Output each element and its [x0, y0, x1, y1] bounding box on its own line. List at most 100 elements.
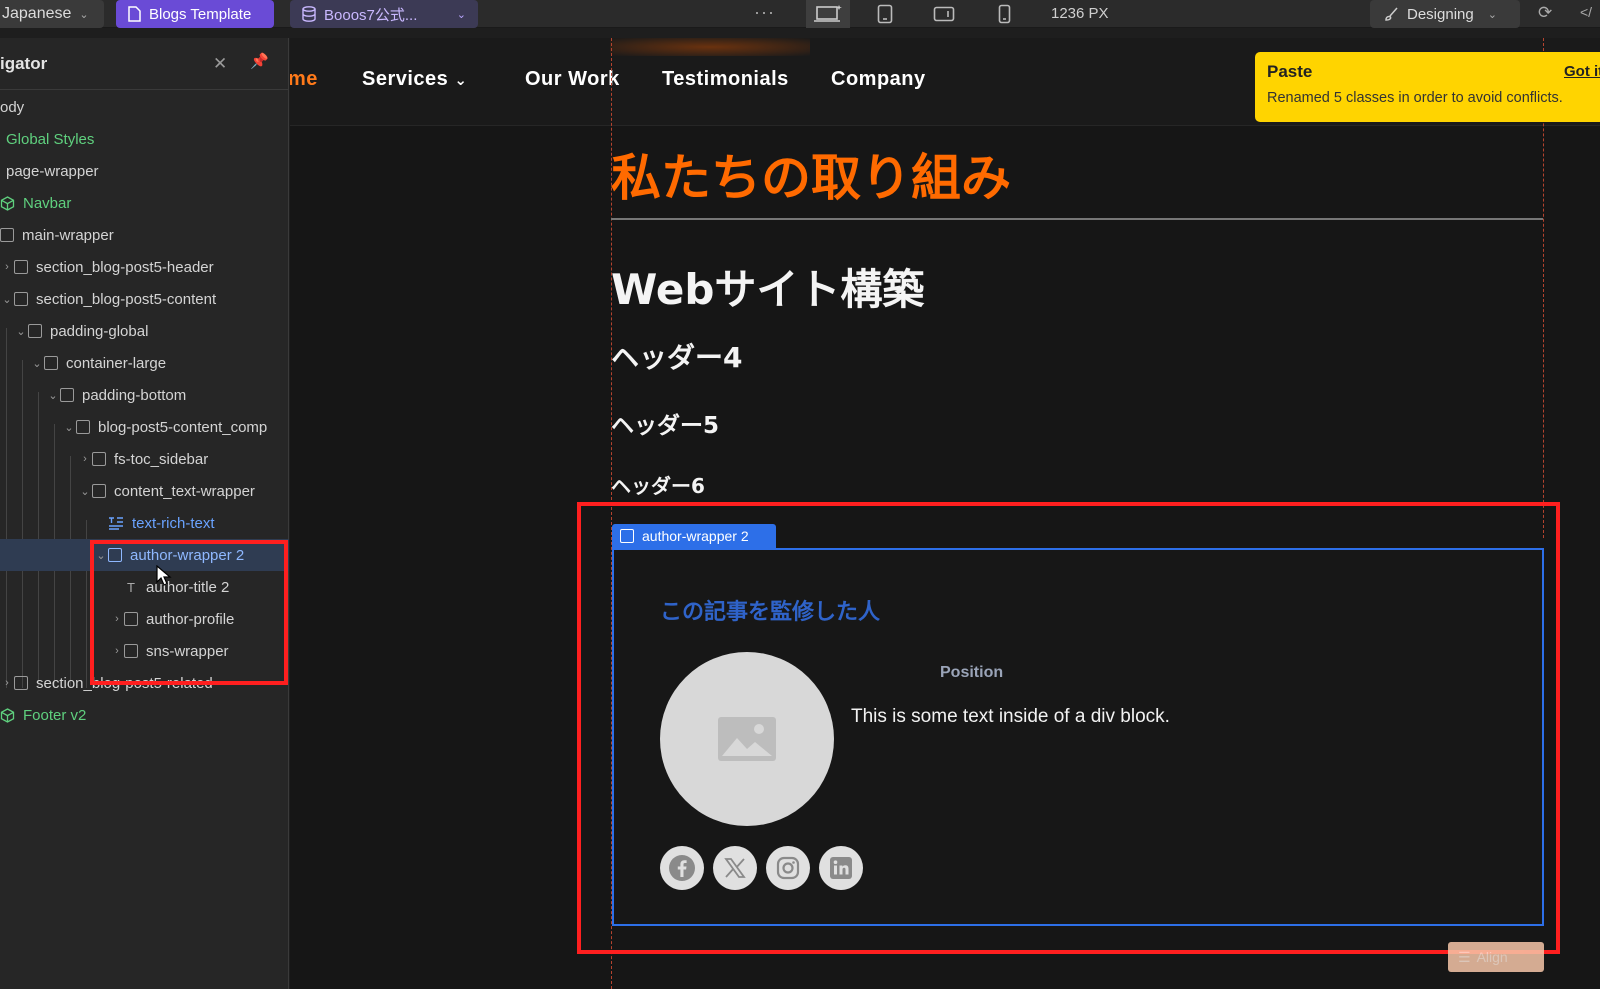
div-block-icon [92, 484, 106, 498]
tree-item-label: section_blog-post5-content [36, 290, 217, 308]
tree-item-padding-global[interactable]: ⌄ padding-global [0, 315, 289, 347]
cms-label: Booos7公式... [324, 6, 418, 24]
align-label: Align [1476, 949, 1508, 965]
tree-item-label: container-large [66, 354, 167, 372]
tree-item-content-text-wrapper[interactable]: ⌄ content_text-wrapper [0, 475, 289, 507]
toast-dismiss-button[interactable]: Got it [1564, 63, 1600, 80]
chevron-down-icon: ⌄ [79, 8, 89, 21]
div-block-icon [92, 452, 106, 466]
navigator-header: igator ✕ 📌 [0, 38, 288, 90]
more-options-icon[interactable]: ··· [754, 2, 775, 23]
nav-link-testimonials[interactable]: Testimonials [662, 68, 789, 91]
tree-item-page-wrapper[interactable]: page-wrapper [0, 155, 289, 187]
chevron-down-icon: ⌄ [1487, 8, 1497, 21]
tree-item-section-header[interactable]: › section_blog-post5-header [0, 251, 289, 283]
tree-item-label: page-wrapper [6, 162, 99, 180]
mode-label: Designing [1407, 5, 1474, 23]
nav-link-our-work[interactable]: Our Work [525, 68, 620, 91]
tree-item-footer-v2[interactable]: Footer v2 [0, 699, 289, 731]
chevron-right-icon[interactable]: › [0, 261, 14, 273]
tree-item-label: Global Styles [6, 130, 95, 148]
tree-item-label: padding-bottom [82, 386, 187, 404]
code-icon[interactable]: </ [1580, 4, 1592, 20]
tree-item-label: blog-post5-content_comp [98, 418, 268, 436]
tree-item-padding-bottom[interactable]: ⌄ padding-bottom [0, 379, 289, 411]
highlight-box-canvas [577, 502, 1560, 954]
toast-message: Renamed 5 classes in order to avoid conf… [1267, 90, 1563, 106]
database-icon [302, 6, 316, 22]
component-icon [0, 707, 15, 723]
chevron-down-icon: ⌄ [454, 72, 468, 89]
div-block-icon [76, 420, 90, 434]
language-dropdown[interactable]: Japanese ⌄ [0, 0, 104, 28]
rich-text-icon [109, 517, 123, 530]
desktop-breakpoint-button[interactable] [806, 0, 850, 28]
align-icon: ☰ [1458, 948, 1471, 965]
desktop-star-icon [814, 5, 842, 22]
tree-item-label: fs-toc_sidebar [114, 450, 209, 468]
tablet-icon [877, 4, 893, 24]
heading-4[interactable]: ヘッダー4 [611, 336, 742, 376]
nav-link-services[interactable]: Services ⌄ [362, 68, 467, 91]
cms-collection-dropdown[interactable]: Booos7公式... ⌄ [290, 0, 478, 28]
design-canvas[interactable]: me Services ⌄ Our Work Testimonials Comp… [290, 38, 1600, 989]
mobile-landscape-breakpoint-button[interactable] [922, 0, 966, 28]
chevron-down-icon[interactable]: ⌄ [78, 485, 92, 498]
template-button[interactable]: Blogs Template [116, 0, 274, 28]
tablet-breakpoint-button[interactable] [863, 0, 907, 28]
top-toolbar: Japanese ⌄ Blogs Template Booos7公式... ⌄ … [0, 0, 1600, 28]
divider [611, 218, 1543, 220]
sync-icon[interactable]: ⟳ [1538, 3, 1552, 23]
div-block-icon [60, 388, 74, 402]
tree-item-main-wrapper[interactable]: main-wrapper [0, 219, 289, 251]
heading-6[interactable]: ヘッダー6 [611, 470, 705, 499]
chevron-right-icon[interactable]: › [78, 453, 92, 465]
nav-link-home[interactable]: me [290, 68, 318, 91]
mode-dropdown[interactable]: Designing ⌄ [1370, 0, 1520, 28]
chevron-down-icon[interactable]: ⌄ [62, 421, 76, 434]
chevron-down-icon[interactable]: ⌄ [46, 389, 60, 402]
tree-item-label: section_blog-post5-header [36, 258, 214, 276]
tree-item-label: content_text-wrapper [114, 482, 255, 500]
tree-item-text-rich-text[interactable]: text-rich-text [0, 507, 289, 539]
chevron-right-icon[interactable]: › [0, 677, 14, 689]
tree-item-global-styles[interactable]: Global Styles [0, 123, 289, 155]
close-icon[interactable]: ✕ [213, 54, 227, 74]
mobile-portrait-icon [998, 4, 1010, 24]
nav-link-services-label: Services [362, 68, 449, 90]
tree-item-body[interactable]: ody [0, 91, 289, 123]
mobile-portrait-breakpoint-button[interactable] [982, 0, 1026, 28]
chevron-down-icon[interactable]: ⌄ [30, 357, 44, 370]
heading-1[interactable]: 私たちの取り組み [611, 138, 1011, 210]
tree-item-label: ody [0, 98, 25, 116]
navbar-glow [610, 38, 810, 56]
tree-item-label: Navbar [23, 194, 72, 212]
chevron-down-icon[interactable]: ⌄ [14, 325, 28, 338]
tree-item-label: main-wrapper [22, 226, 114, 244]
tree-item-container-large[interactable]: ⌄ container-large [0, 347, 289, 379]
tree-item-label: padding-global [50, 322, 149, 340]
paste-notification: Paste Renamed 5 classes in order to avoi… [1255, 52, 1600, 122]
highlight-box-navigator [90, 540, 288, 685]
canvas-width-readout: 1236 PX [1051, 5, 1109, 22]
pin-icon[interactable]: 📌 [250, 52, 269, 70]
navigator-title: igator [0, 54, 48, 73]
page-icon [128, 6, 141, 22]
navigator-panel: igator ✕ 📌 ody Global Styles page-wrappe… [0, 38, 289, 989]
div-block-icon [14, 260, 28, 274]
tree-item-fs-toc-sidebar[interactable]: › fs-toc_sidebar [0, 443, 289, 475]
tree-item-blog-post5-content-component[interactable]: ⌄ blog-post5-content_comp [0, 411, 289, 443]
nav-link-company[interactable]: Company [831, 68, 926, 91]
mobile-landscape-icon [933, 6, 955, 22]
tree-item-section-content[interactable]: ⌄ section_blog-post5-content [0, 283, 289, 315]
language-label: Japanese [2, 5, 72, 22]
heading-2[interactable]: Webサイト構築 [611, 256, 924, 317]
div-block-icon [14, 676, 28, 690]
div-block-icon [14, 292, 28, 306]
template-label: Blogs Template [149, 5, 252, 23]
align-button[interactable]: ☰ Align [1448, 942, 1544, 972]
tree-item-navbar[interactable]: Navbar [0, 187, 289, 219]
heading-5[interactable]: ヘッダー5 [611, 406, 719, 440]
chevron-down-icon[interactable]: ⌄ [0, 293, 14, 306]
div-block-icon [28, 324, 42, 338]
